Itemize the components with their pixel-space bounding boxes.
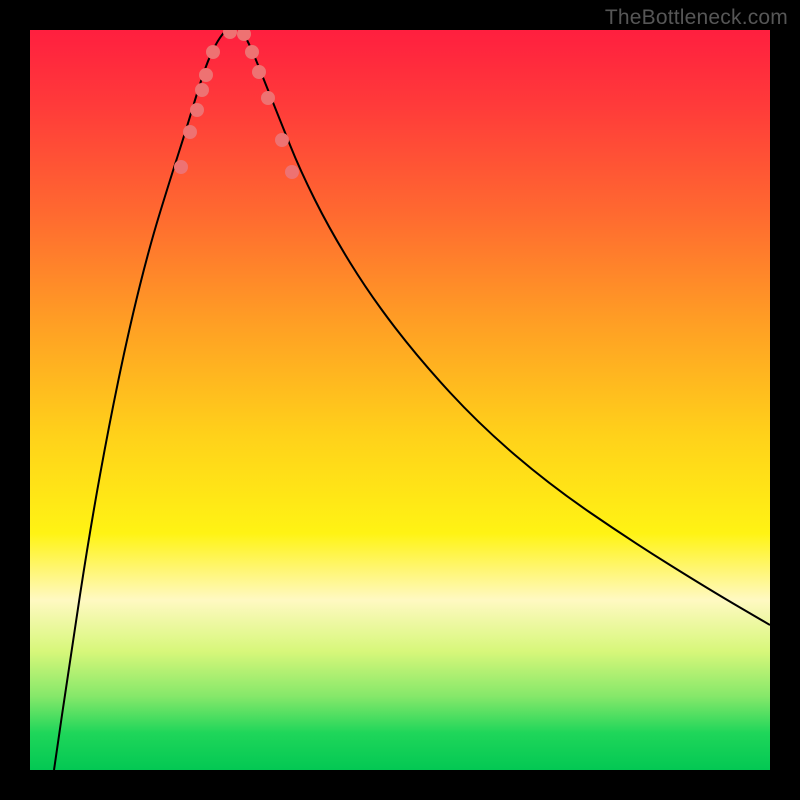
marker-dot — [245, 45, 259, 59]
marker-dot — [275, 133, 289, 147]
marker-dot — [199, 68, 213, 82]
left-curve — [54, 30, 226, 770]
marker-dot — [195, 83, 209, 97]
marker-dots — [174, 30, 299, 179]
marker-dot — [237, 30, 251, 41]
marker-dot — [252, 65, 266, 79]
marker-dot — [183, 125, 197, 139]
right-curve — [242, 30, 770, 625]
plot-area — [30, 30, 770, 770]
marker-dot — [261, 91, 275, 105]
marker-dot — [285, 165, 299, 179]
chart-frame: TheBottleneck.com — [0, 0, 800, 800]
marker-dot — [190, 103, 204, 117]
marker-dot — [174, 160, 188, 174]
marker-dot — [223, 30, 237, 39]
watermark-text: TheBottleneck.com — [605, 6, 788, 30]
marker-dot — [206, 45, 220, 59]
curve-layer — [30, 30, 770, 770]
